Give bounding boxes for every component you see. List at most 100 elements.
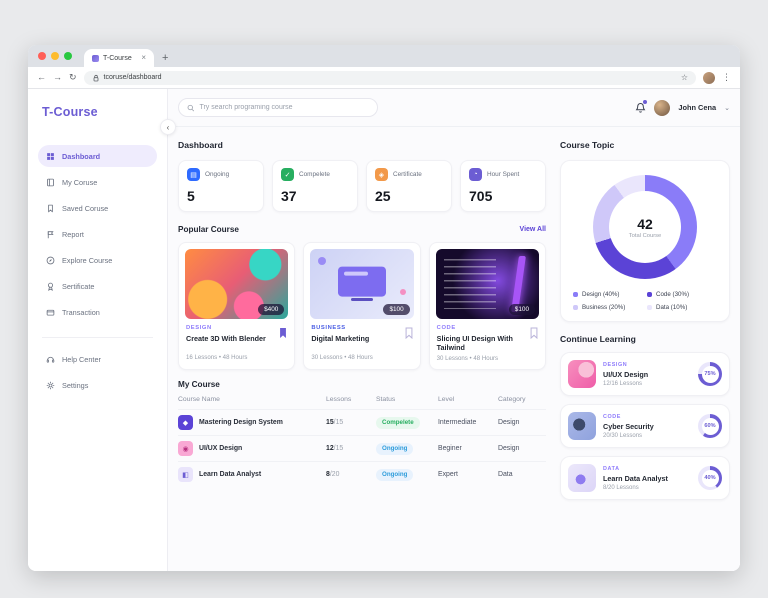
bookmark-outline-icon[interactable] (529, 327, 539, 339)
table-row[interactable]: ◆Mastering Design System 15/15 Compelete… (178, 409, 546, 435)
browser-tab[interactable]: T-Course × (84, 49, 154, 67)
legend-data: Data (10%) (647, 304, 717, 311)
course-image: $100 (310, 249, 413, 319)
progress-label: 75% (702, 366, 719, 383)
sidebar-item-explore-course[interactable]: Explore Course (38, 249, 157, 271)
course-row-icon: ◆ (178, 415, 193, 430)
sidebar-item-label: Help Center (62, 355, 101, 364)
chevron-down-icon[interactable]: ⌄ (724, 104, 730, 112)
decor-code-lines (444, 259, 496, 309)
course-thumb (568, 360, 596, 388)
lessons-done: 12 (326, 445, 334, 452)
course-level: Expert (438, 471, 498, 478)
total-course-label: Total Course (629, 233, 662, 239)
table-row[interactable]: ◉UI/UX Design 12/15 Ongoing Beginer Desi… (178, 435, 546, 461)
legend-design: Design (40%) (573, 291, 643, 298)
course-card-blender[interactable]: $400 DESIGN Create 3D With Blender 16 Le… (178, 242, 295, 370)
sidebar-item-label: Transaction (62, 308, 100, 317)
popular-course-title: Popular Course (178, 225, 239, 234)
sidebar-item-help-center[interactable]: Help Center (38, 348, 157, 370)
course-card-digital-marketing[interactable]: $100 BUSINESS Digital Marketing 30 Lesso… (303, 242, 420, 370)
minimize-window-button[interactable] (51, 52, 59, 60)
course-card-tailwind[interactable]: $100 CODE Slicing UI Design With Tailwin… (429, 242, 546, 370)
sidebar-collapse-button[interactable]: ‹ (160, 119, 176, 135)
course-title: Slicing UI Design With Tailwind (437, 334, 538, 352)
bookmark-icon (46, 204, 55, 213)
tab-title: T-Course (103, 55, 132, 62)
course-category: CODE (437, 325, 538, 331)
notification-dot (643, 100, 647, 104)
course-topic-card: 42 Total Course Design (40%) Code (30%) … (560, 160, 730, 322)
stat-card-hour-spent: ◔Hour Spent 705 (460, 160, 546, 212)
back-icon[interactable]: ← (37, 73, 46, 82)
continue-card-data-analyst[interactable]: DATA Learn Data Analyst 8/20 Lessons 40% (560, 456, 730, 500)
sidebar-item-label: Report (62, 230, 84, 239)
stat-value: 37 (281, 188, 349, 204)
course-level: Intermediate (438, 419, 498, 426)
right-column: Course Topic 42 Total Course Design (40%… (560, 137, 732, 571)
course-title: Cyber Security (603, 422, 654, 431)
sidebar: T-Course Dashboard My Coruse Saved Corus… (28, 89, 168, 571)
tab-favicon (92, 55, 99, 62)
lessons-total: /15 (334, 445, 344, 452)
bookmark-filled-icon[interactable] (278, 327, 288, 339)
stat-card-certificate: ◈Certificate 25 (366, 160, 452, 212)
stat-card-ongoing: ▤Ongoing 5 (178, 160, 264, 212)
sidebar-item-report[interactable]: Report (38, 223, 157, 245)
course-topic-title: Course Topic (560, 140, 730, 150)
new-tab-button[interactable]: + (162, 52, 168, 67)
course-row-icon: ◉ (178, 441, 193, 456)
user-avatar[interactable] (654, 100, 670, 116)
book-icon (46, 178, 55, 187)
continue-learning-title: Continue Learning (560, 334, 730, 344)
address-bar[interactable]: tcoruse/dashboard ☆ (84, 71, 696, 85)
course-image: $400 (185, 249, 288, 319)
sidebar-item-transaction[interactable]: Transaction (38, 301, 157, 323)
bookmark-outline-icon[interactable] (404, 327, 414, 339)
browser-urlbar: ← → ↻ tcoruse/dashboard ☆ ⋮ (28, 67, 740, 89)
main-column: Dashboard ▤Ongoing 5 ✓Compelete 37 ◈Cert… (178, 137, 546, 571)
view-all-link[interactable]: View All (520, 226, 546, 233)
lessons-total: /20 (330, 471, 340, 478)
stat-label: Hour Spent (487, 171, 519, 178)
maximize-window-button[interactable] (64, 52, 72, 60)
continue-card-uiux[interactable]: DESIGN UI/UX Design 12/16 Lessons 75% (560, 352, 730, 396)
continue-card-cyber-security[interactable]: CODE Cyber Security 20/30 Lessons 60% (560, 404, 730, 448)
search-bar[interactable] (178, 98, 378, 117)
lessons-total: /15 (334, 419, 344, 426)
course-name: UI/UX Design (199, 445, 242, 452)
course-category: DATA (603, 466, 668, 472)
sidebar-item-dashboard[interactable]: Dashboard (38, 145, 157, 167)
stat-label: Certificate (393, 171, 422, 178)
popular-course-cards: $400 DESIGN Create 3D With Blender 16 Le… (178, 242, 546, 370)
search-input[interactable] (199, 104, 369, 111)
sidebar-item-certificate[interactable]: Sertificate (38, 275, 157, 297)
course-meta: 30 Lessons • 48 Hours (311, 354, 412, 361)
legend-dot (573, 305, 578, 310)
sidebar-item-my-course[interactable]: My Coruse (38, 171, 157, 193)
app-logo[interactable]: T-Course (28, 101, 167, 119)
topbar: John Cena ⌄ (168, 89, 740, 127)
sidebar-footer-nav: Help Center Settings (28, 348, 167, 396)
sidebar-item-settings[interactable]: Settings (38, 374, 157, 396)
bookmark-star-icon[interactable]: ☆ (681, 73, 688, 82)
table-row[interactable]: ◧Learn Data Analyst 8/20 Ongoing Expert … (178, 461, 546, 487)
reload-icon[interactable]: ↻ (69, 73, 77, 82)
close-window-button[interactable] (38, 52, 46, 60)
course-name: Learn Data Analyst (199, 471, 261, 478)
price-badge: $400 (258, 304, 284, 315)
tab-close-icon[interactable]: × (141, 54, 146, 62)
col-category: Category (498, 396, 546, 403)
user-name: John Cena (678, 103, 716, 112)
sidebar-item-saved-course[interactable]: Saved Coruse (38, 197, 157, 219)
course-meta: 30 Lessons • 48 Hours (437, 355, 538, 362)
browser-menu-icon[interactable]: ⋮ (722, 72, 731, 83)
course-lessons: 8/20 Lessons (603, 485, 668, 491)
browser-profile-avatar[interactable] (703, 72, 715, 84)
notifications-button[interactable] (635, 102, 646, 113)
stat-cards: ▤Ongoing 5 ✓Compelete 37 ◈Certificate 25 (178, 160, 546, 212)
course-thumb (568, 464, 596, 492)
ongoing-icon: ▤ (187, 168, 200, 181)
forward-icon[interactable]: → (53, 73, 62, 82)
status-badge: Ongoing (376, 469, 413, 481)
